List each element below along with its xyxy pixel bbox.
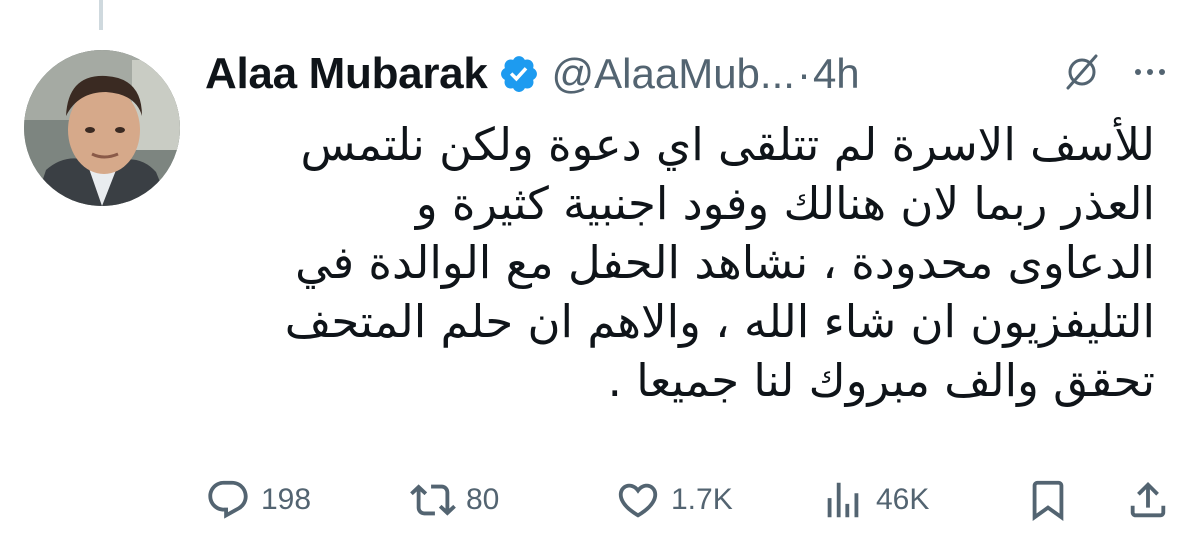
share-button[interactable]: [1125, 470, 1171, 530]
avatar-image: [24, 50, 180, 206]
post-text: للأسف الاسرة لم تتلقى اي دعوة ولكن نلتمس…: [205, 115, 1155, 410]
reply-icon: [208, 480, 248, 519]
like-button[interactable]: 1.7K: [615, 470, 733, 530]
views-button[interactable]: 46K: [820, 470, 929, 530]
views-icon: [827, 482, 859, 518]
grok-icon[interactable]: [1060, 50, 1104, 94]
header-actions: [1060, 50, 1170, 94]
repost-count: 80: [466, 483, 500, 516]
views-count: 46K: [876, 483, 930, 516]
author-display-name[interactable]: Alaa Mubarak: [205, 49, 488, 99]
bookmark-icon: [1032, 480, 1064, 521]
repost-button[interactable]: 80: [410, 470, 499, 530]
post-text-line: للأسف الاسرة لم تتلقى اي دعوة ولكن نلتمس: [300, 118, 1155, 171]
reply-button[interactable]: 198: [205, 470, 311, 530]
post-text-line: العذر ربما لان هنالك وفود اجنبية كثيرة و: [415, 177, 1155, 230]
post-text-line: تحقق والف مبروك لنا جميعا .: [607, 354, 1155, 407]
thread-connector-line: [99, 0, 103, 30]
post-text-line: الدعاوى محدودة ، نشاهد الحفل مع الوالدة …: [295, 236, 1155, 289]
share-icon: [1130, 481, 1166, 518]
avatar[interactable]: [24, 50, 180, 206]
post-text-line: التليفزيون ان شاء الله ، والاهم ان حلم ا…: [284, 295, 1155, 348]
post-timestamp[interactable]: 4h: [813, 50, 860, 98]
header-separator: ·: [796, 50, 811, 97]
bookmark-button[interactable]: [1025, 470, 1071, 530]
author-handle[interactable]: @AlaaMub...: [552, 50, 795, 98]
repost-icon: [410, 484, 456, 516]
like-icon: [618, 483, 658, 518]
post-header: Alaa Mubarak @AlaaMub... · 4h: [205, 44, 1180, 104]
post-actions-bar: 198 80 1.7K 46K: [205, 470, 1180, 530]
verified-badge-icon: [498, 53, 540, 95]
reply-count: 198: [261, 483, 312, 516]
more-icon[interactable]: [1130, 52, 1170, 92]
like-count: 1.7K: [671, 483, 733, 516]
